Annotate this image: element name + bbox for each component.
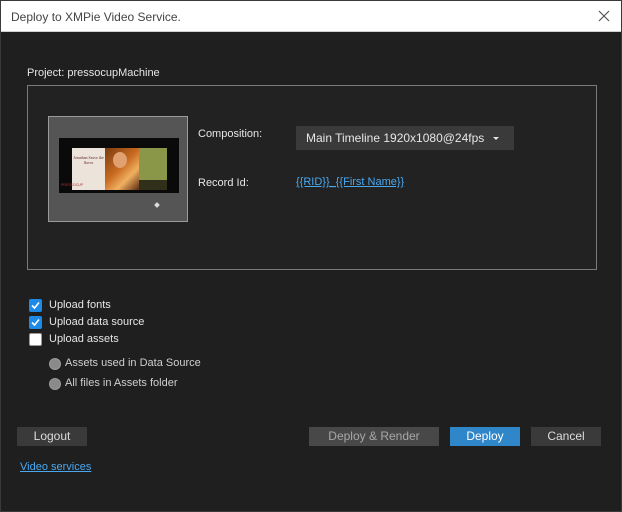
close-button[interactable] xyxy=(587,1,621,32)
upload-assets-checkbox[interactable] xyxy=(29,333,42,346)
composition-label: Composition: xyxy=(198,128,263,140)
chevron-down-icon xyxy=(493,137,499,140)
title-bar: Deploy to XMPie Video Service. xyxy=(1,1,621,32)
upload-data-source-label: Upload data source xyxy=(49,316,145,328)
close-icon xyxy=(598,10,610,22)
checkmark-icon xyxy=(31,301,40,310)
assets-used-label: Assets used in Data Source xyxy=(65,357,201,369)
upload-fonts-checkbox[interactable] xyxy=(29,299,42,312)
deploy-render-button[interactable]: Deploy & Render xyxy=(309,427,439,446)
upload-data-source-checkbox[interactable] xyxy=(29,316,42,329)
composition-thumbnail: Jonathan Savor the flavor PRESSOCUP xyxy=(48,116,188,222)
logout-button[interactable]: Logout xyxy=(17,427,87,446)
assets-used-radio[interactable] xyxy=(49,358,61,370)
record-id-label: Record Id: xyxy=(198,177,249,189)
cursor-icon xyxy=(154,202,160,208)
cancel-button[interactable]: Cancel xyxy=(531,427,601,446)
thumbnail-green-block xyxy=(139,148,167,180)
project-label: Project: pressocupMachine xyxy=(27,67,160,79)
record-id-link[interactable]: {{RID}}_{{First Name}} xyxy=(296,176,404,188)
thumbnail-dark-block xyxy=(139,180,167,190)
composition-dropdown-value: Main Timeline 1920x1080@24fps xyxy=(306,131,485,145)
upload-fonts-label: Upload fonts xyxy=(49,299,111,311)
deploy-button[interactable]: Deploy xyxy=(450,427,520,446)
checkmark-icon xyxy=(31,318,40,327)
thumbnail-card-text: Jonathan Savor the flavor xyxy=(73,155,104,165)
window-title: Deploy to XMPie Video Service. xyxy=(11,10,181,24)
upload-assets-label: Upload assets xyxy=(49,333,119,345)
all-files-label: All files in Assets folder xyxy=(65,377,178,389)
composition-dropdown[interactable]: Main Timeline 1920x1080@24fps xyxy=(296,126,514,150)
deploy-dialog: Deploy to XMPie Video Service. Project: … xyxy=(0,0,622,512)
video-services-link[interactable]: Video services xyxy=(20,461,91,473)
thumbnail-face xyxy=(113,152,127,168)
thumbnail-logo: PRESSOCUP xyxy=(61,183,83,187)
composition-panel: Jonathan Savor the flavor PRESSOCUP Comp… xyxy=(27,85,597,270)
all-files-radio[interactable] xyxy=(49,378,61,390)
